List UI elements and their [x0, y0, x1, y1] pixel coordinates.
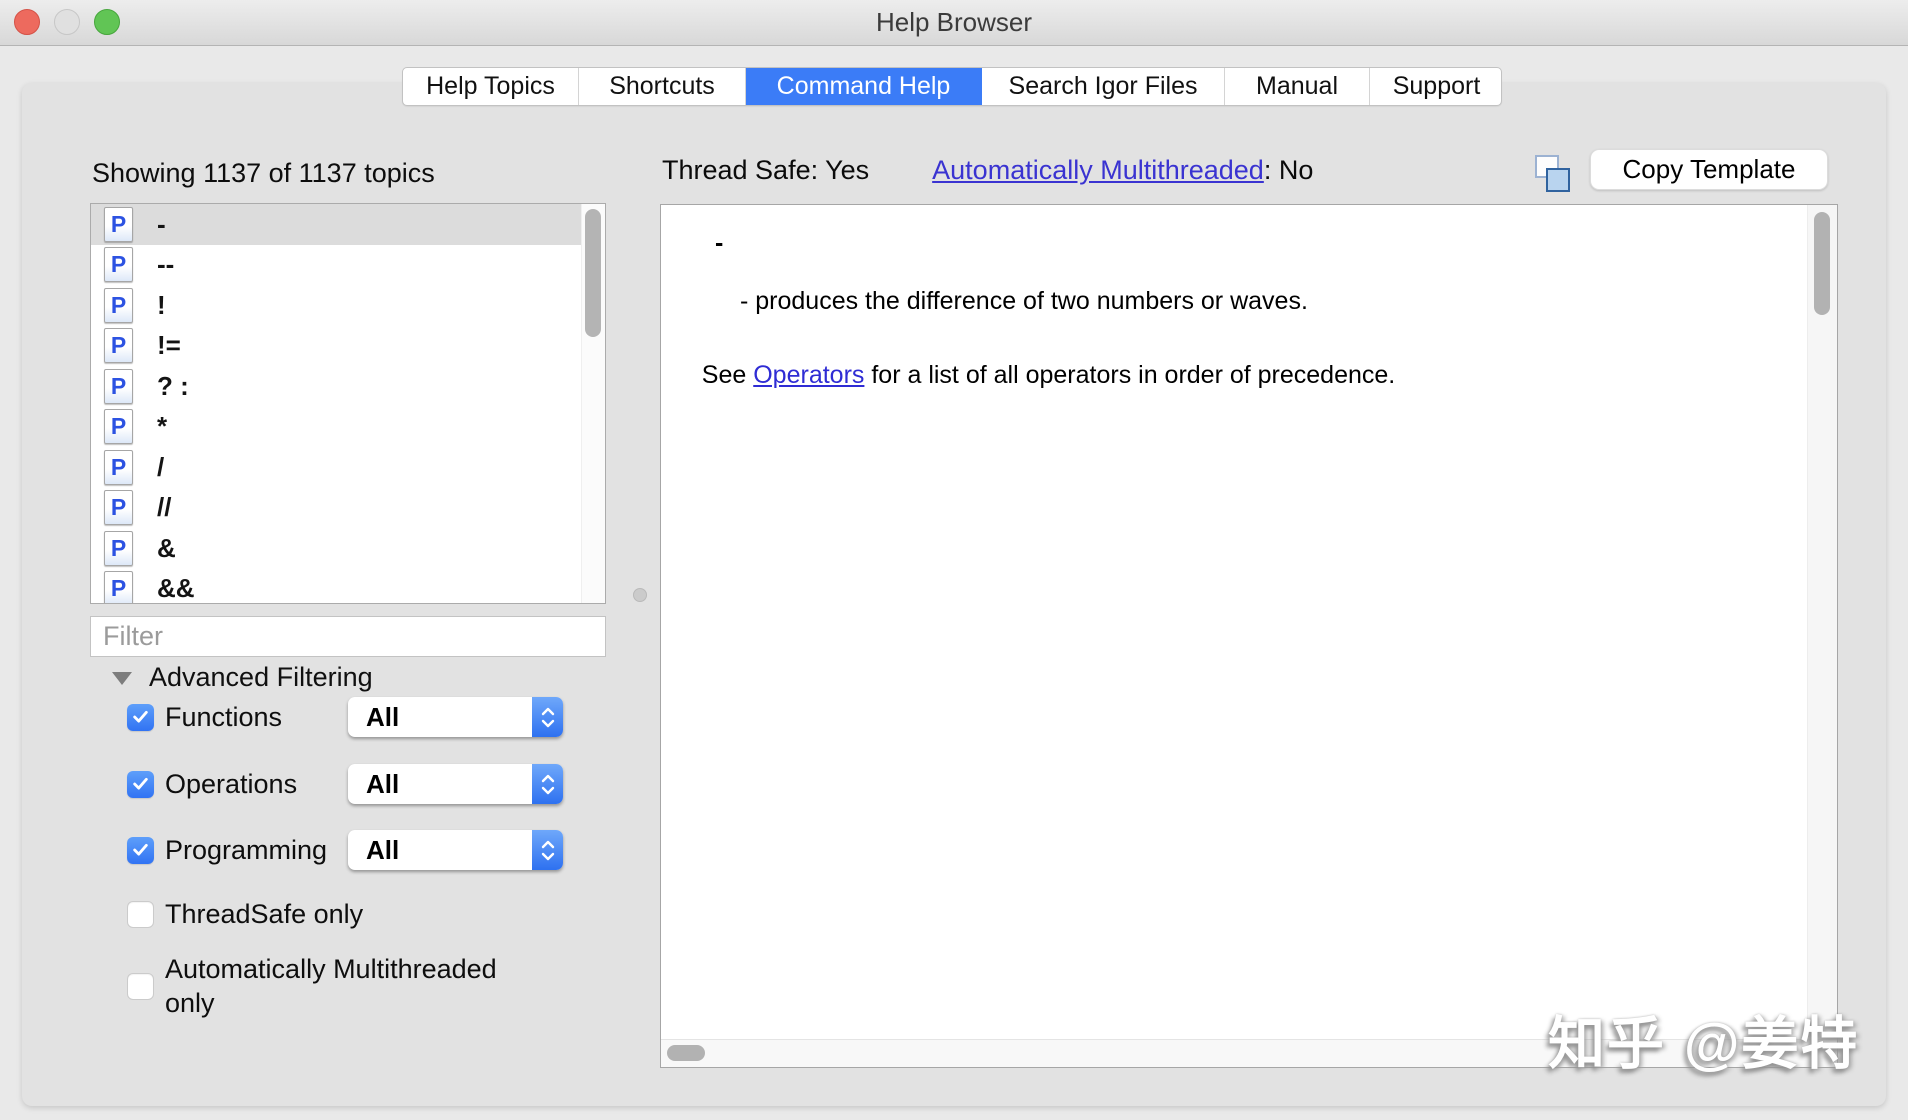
filter-row-threadsafe-only: ThreadSafe only — [127, 894, 597, 934]
checkbox-operations[interactable] — [127, 770, 154, 798]
dropdown-value: All — [366, 769, 400, 799]
checkbox-programming[interactable] — [127, 836, 154, 864]
dropdown-programming[interactable]: All — [348, 830, 563, 870]
topic-label: - — [157, 208, 166, 239]
procedure-doc-icon: P — [104, 409, 133, 445]
copy-template-button[interactable]: Copy Template — [1590, 149, 1828, 190]
topic-row-0[interactable]: P- — [91, 204, 583, 245]
procedure-doc-icon: P — [104, 530, 133, 566]
copy-icon[interactable] — [1535, 155, 1573, 193]
topic-label: -- — [157, 249, 175, 280]
topic-row-6[interactable]: P / — [91, 447, 583, 488]
checkbox-label-automatically-multithreaded-only: Automatically Multithreaded only — [165, 954, 497, 1018]
disclosure-triangle-icon[interactable] — [112, 672, 132, 685]
procedure-doc-icon: P — [104, 449, 133, 485]
topic-row-2[interactable]: P! — [91, 285, 583, 326]
automatically-multithreaded-link[interactable]: Automatically Multithreaded — [932, 155, 1264, 186]
content-topic-title: - — [715, 229, 724, 257]
dropdown-value: All — [366, 835, 400, 865]
content-see-also: See Operators for a list of all operator… — [674, 332, 1395, 419]
topic-label: / — [157, 451, 165, 482]
content-vertical-scrollbar-thumb[interactable] — [1814, 212, 1830, 315]
topics-list: P - P -- P! P != P? : P * P / P//P & P && — [90, 203, 606, 604]
content-horizontal-scrollbar-thumb[interactable] — [667, 1045, 705, 1061]
window-title: Help Browser — [875, 7, 1033, 37]
topics-list-scrollbar[interactable] — [581, 204, 605, 603]
tab-search-igor-files[interactable]: Search Igor Files — [982, 68, 1225, 105]
dropdown-stepper-icon[interactable] — [532, 764, 563, 804]
dropdown-value: All — [366, 702, 400, 732]
advanced-filtering-header[interactable]: Advanced Filtering — [112, 659, 373, 695]
procedure-doc-icon: P — [104, 571, 133, 603]
checkbox-automatically-multithreaded-only[interactable] — [127, 972, 154, 1000]
checkbox-label-threadsafe-only: ThreadSafe only — [165, 898, 364, 929]
help-content-pane: - - produces the difference of two numbe… — [660, 204, 1838, 1068]
topic-status-header: Thread Safe: Yes Automatically Multithre… — [662, 155, 1313, 186]
advanced-filtering-label: Advanced Filtering — [149, 661, 373, 692]
tab-help-topics[interactable]: Help Topics — [403, 68, 579, 105]
tab-manual[interactable]: Manual — [1225, 68, 1370, 105]
procedure-doc-icon: P — [104, 368, 133, 404]
checkbox-threadsafe-only[interactable] — [127, 900, 154, 928]
topic-row-7[interactable]: P // — [91, 488, 583, 529]
procedure-doc-icon: P — [104, 247, 133, 283]
content-vertical-scrollbar[interactable] — [1807, 205, 1837, 1040]
filter-input[interactable] — [90, 616, 606, 657]
topic-label: ? : — [157, 370, 189, 401]
topic-row-5[interactable]: P * — [91, 407, 583, 448]
topic-label: && — [157, 573, 195, 604]
title-bar: Help Browser — [0, 0, 1908, 46]
checkbox-functions[interactable] — [127, 703, 154, 731]
dropdown-operations[interactable]: All — [348, 764, 563, 804]
topic-label: != — [157, 330, 181, 361]
topics-list-rows: P - P -- P! P != P? : P * P / P//P & P && — [91, 204, 605, 604]
topics-list-scrollbar-thumb[interactable] — [585, 209, 601, 337]
dropdown-stepper-icon[interactable] — [532, 830, 563, 870]
topics-count-label: Showing 1137 of 1137 topics — [92, 158, 435, 188]
pane-splitter-handle[interactable] — [633, 588, 647, 602]
tab-bar: Help Topics Shortcuts Command Help Search I… — [402, 67, 1502, 106]
copy-icon-front-square — [1546, 168, 1570, 192]
automatically-multithreaded-value: : No — [1263, 155, 1314, 185]
checkbox-label-programming: Programming — [165, 834, 328, 865]
topic-row-9[interactable]: P && — [91, 569, 583, 604]
procedure-doc-icon: P — [104, 287, 133, 323]
topic-row-3[interactable]: P != — [91, 326, 583, 367]
see-also-pre: See — [701, 361, 754, 389]
topic-row-8[interactable]: P & — [91, 528, 583, 569]
topic-label: & — [157, 532, 176, 563]
thread-safe-label: Thread Safe: Yes — [662, 155, 870, 185]
topic-label: * — [157, 411, 168, 442]
content-description: - produces the difference of two numbers… — [740, 287, 1308, 315]
topic-label: ! — [157, 289, 166, 320]
tab-command-help[interactable]: Command Help — [746, 68, 982, 105]
procedure-doc-icon: P — [104, 328, 133, 364]
topic-row-1[interactable]: P -- — [91, 245, 583, 286]
checkbox-label-functions: Functions — [165, 701, 283, 732]
procedure-doc-icon: P — [104, 490, 133, 526]
dropdown-functions[interactable]: All — [348, 697, 563, 737]
filter-row-programming: Programming All — [127, 830, 597, 870]
tab-support[interactable]: Support — [1370, 68, 1501, 105]
see-also-post: for a list of all operators in order of … — [864, 361, 1396, 389]
topic-row-4[interactable]: P ? : — [91, 366, 583, 407]
watermark: 知乎 @姜特 — [1548, 1012, 1860, 1076]
operators-link[interactable]: Operators — [753, 361, 864, 389]
topic-label: // — [157, 492, 172, 523]
filter-row-automatically-multithreaded-only: Automatically Multithreaded only — [127, 948, 597, 1024]
checkbox-label-operations: Operations — [165, 768, 298, 799]
procedure-doc-icon: P — [104, 206, 133, 242]
filter-row-functions: Functions All — [127, 697, 597, 737]
filter-row-operations: Operations All — [127, 764, 597, 804]
dropdown-stepper-icon[interactable] — [532, 697, 563, 737]
tab-shortcuts[interactable]: Shortcuts — [579, 68, 746, 105]
